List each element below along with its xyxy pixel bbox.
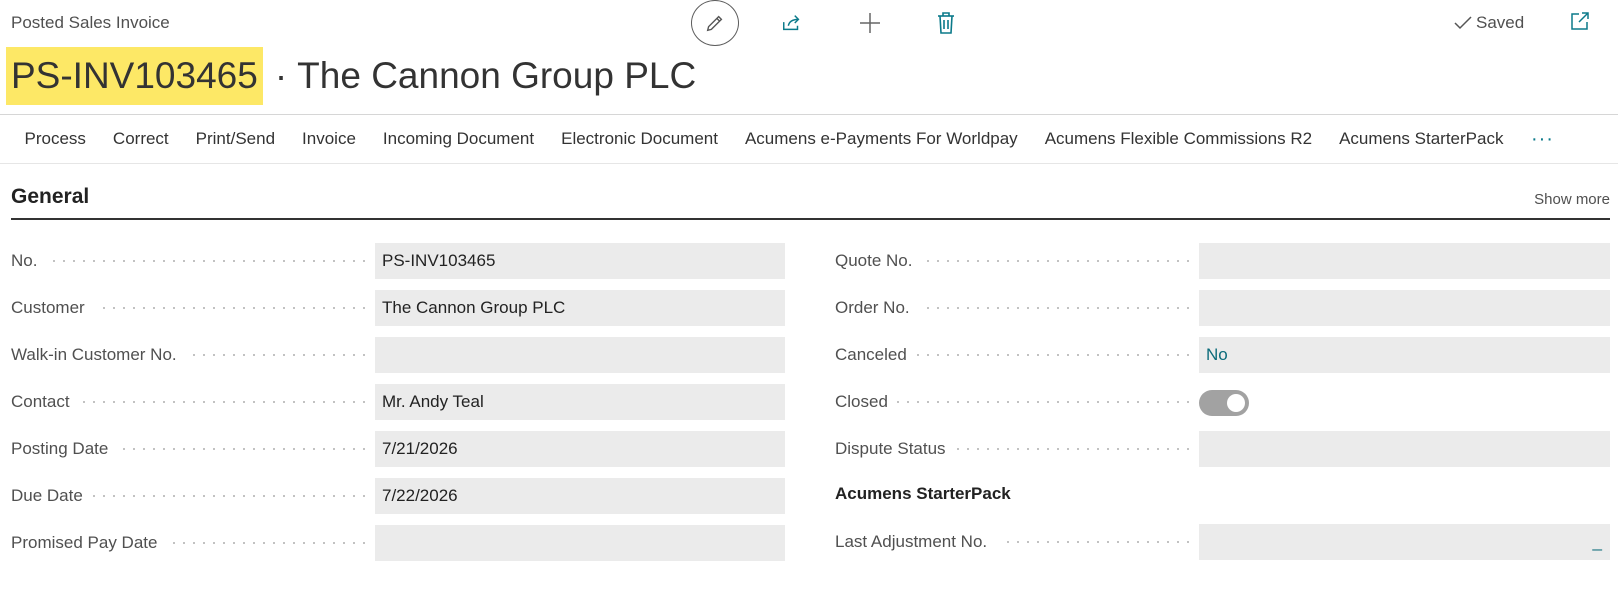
top-action-bar: Saved: [0, 0, 1618, 50]
delete-button[interactable]: [933, 10, 959, 36]
last-adjustment-no-field[interactable]: _: [1199, 524, 1610, 560]
field-no: No. PS-INV103465: [11, 243, 785, 290]
field-label: Promised Pay Date: [11, 533, 158, 552]
no-field[interactable]: PS-INV103465: [375, 243, 785, 279]
leader-dots: [913, 354, 1194, 356]
field-label: Walk-in Customer No.: [11, 345, 177, 364]
field-label: Customer: [11, 298, 85, 317]
walk-in-customer-no-field[interactable]: [375, 337, 785, 373]
leader-dots: [1003, 541, 1194, 543]
field-quote-no: Quote No.: [835, 243, 1610, 290]
order-no-field[interactable]: [1199, 290, 1610, 326]
contact-field[interactable]: Mr. Andy Teal: [375, 384, 785, 420]
leader-dots: [189, 354, 367, 356]
field-customer: Customer The Cannon Group PLC: [11, 290, 785, 337]
share-icon: [783, 15, 800, 31]
acumens-starterpack-group: Acumens StarterPack: [835, 478, 1610, 524]
canceled-field[interactable]: No: [1199, 337, 1610, 373]
action-bar: Process Correct Print/Send Invoice Incom…: [0, 114, 1618, 164]
dispute-status-field[interactable]: [1199, 431, 1610, 467]
action-invoice[interactable]: Invoice: [289, 129, 370, 149]
leader-dots: [89, 495, 367, 497]
more-actions-icon[interactable]: ···: [1517, 128, 1568, 151]
title-separator: ·: [274, 55, 288, 96]
customer-field[interactable]: The Cannon Group PLC: [375, 290, 785, 326]
share-button[interactable]: [779, 10, 805, 36]
document-number-title: PS-INV103465: [6, 47, 263, 105]
last-adjustment-no-value[interactable]: _: [1593, 524, 1602, 560]
group-title: Acumens StarterPack: [835, 484, 1011, 503]
general-left-column: No. PS-INV103465 Customer The Cannon Gro…: [11, 243, 785, 572]
posting-date-field[interactable]: 7/21/2026: [375, 431, 785, 467]
action-acumens-flexible-commissions[interactable]: Acumens Flexible Commissions R2: [1031, 129, 1325, 149]
general-right-column: Quote No. Order No. Canceled No Closed D…: [835, 243, 1610, 571]
field-last-adjustment-no: Last Adjustment No. _: [835, 524, 1610, 571]
field-label: Order No.: [835, 298, 910, 317]
field-label: No.: [11, 251, 38, 270]
action-process[interactable]: Process: [11, 129, 99, 149]
general-section-header: General Show more: [11, 183, 1610, 220]
leader-dots: [99, 307, 367, 309]
promised-pay-date-field[interactable]: [375, 525, 785, 561]
leader-dots: [953, 448, 1194, 450]
field-dispute-status: Dispute Status: [835, 431, 1610, 478]
field-label: Contact: [11, 392, 70, 411]
leader-dots: [119, 448, 367, 450]
page-title: PS-INV103465 · The Cannon Group PLC: [6, 47, 696, 105]
field-label: Quote No.: [835, 251, 913, 270]
toggle-knob: [1227, 394, 1245, 412]
pencil-icon: [706, 15, 723, 32]
saved-label: Saved: [1476, 13, 1525, 32]
closed-toggle[interactable]: [1199, 390, 1249, 416]
leader-dots: [49, 260, 367, 262]
field-promised-pay-date: Promised Pay Date: [11, 525, 785, 572]
field-contact: Contact Mr. Andy Teal: [11, 384, 785, 431]
field-label: Posting Date: [11, 439, 109, 458]
field-label: Due Date: [11, 486, 83, 505]
action-acumens-starterpack[interactable]: Acumens StarterPack: [1326, 129, 1517, 149]
saved-status: Saved: [1454, 13, 1524, 33]
leader-dots: [923, 307, 1194, 309]
action-correct[interactable]: Correct: [99, 129, 182, 149]
action-incoming-document[interactable]: Incoming Document: [369, 129, 547, 149]
action-print-send[interactable]: Print/Send: [182, 129, 288, 149]
trash-icon: [938, 12, 954, 34]
field-label: Closed: [835, 392, 888, 411]
show-more-link[interactable]: Show more: [1534, 191, 1610, 208]
leader-dots: [923, 260, 1194, 262]
checkmark-icon: [1454, 16, 1472, 30]
section-title[interactable]: General: [11, 185, 89, 209]
new-button[interactable]: [857, 10, 883, 36]
due-date-field[interactable]: 7/22/2026: [375, 478, 785, 514]
field-order-no: Order No.: [835, 290, 1610, 337]
action-electronic-document[interactable]: Electronic Document: [548, 129, 732, 149]
customer-name-title: The Cannon Group PLC: [297, 55, 697, 96]
quote-no-field[interactable]: [1199, 243, 1610, 279]
leader-dots: [169, 542, 367, 544]
plus-icon: [860, 13, 880, 33]
field-label: Last Adjustment No.: [835, 532, 988, 551]
field-walk-in-customer-no: Walk-in Customer No.: [11, 337, 785, 384]
field-closed: Closed: [835, 384, 1610, 431]
field-canceled: Canceled No: [835, 337, 1610, 384]
leader-dots: [893, 401, 1194, 403]
action-acumens-e-payments[interactable]: Acumens e-Payments For Worldpay: [731, 129, 1031, 149]
field-label: Canceled: [835, 345, 907, 364]
popout-icon: [1571, 12, 1589, 30]
field-due-date: Due Date 7/22/2026: [11, 478, 785, 525]
edit-button[interactable]: [691, 0, 739, 46]
field-label: Dispute Status: [835, 439, 946, 458]
field-posting-date: Posting Date 7/21/2026: [11, 431, 785, 478]
leader-dots: [79, 401, 367, 403]
popout-button[interactable]: [1570, 11, 1592, 33]
